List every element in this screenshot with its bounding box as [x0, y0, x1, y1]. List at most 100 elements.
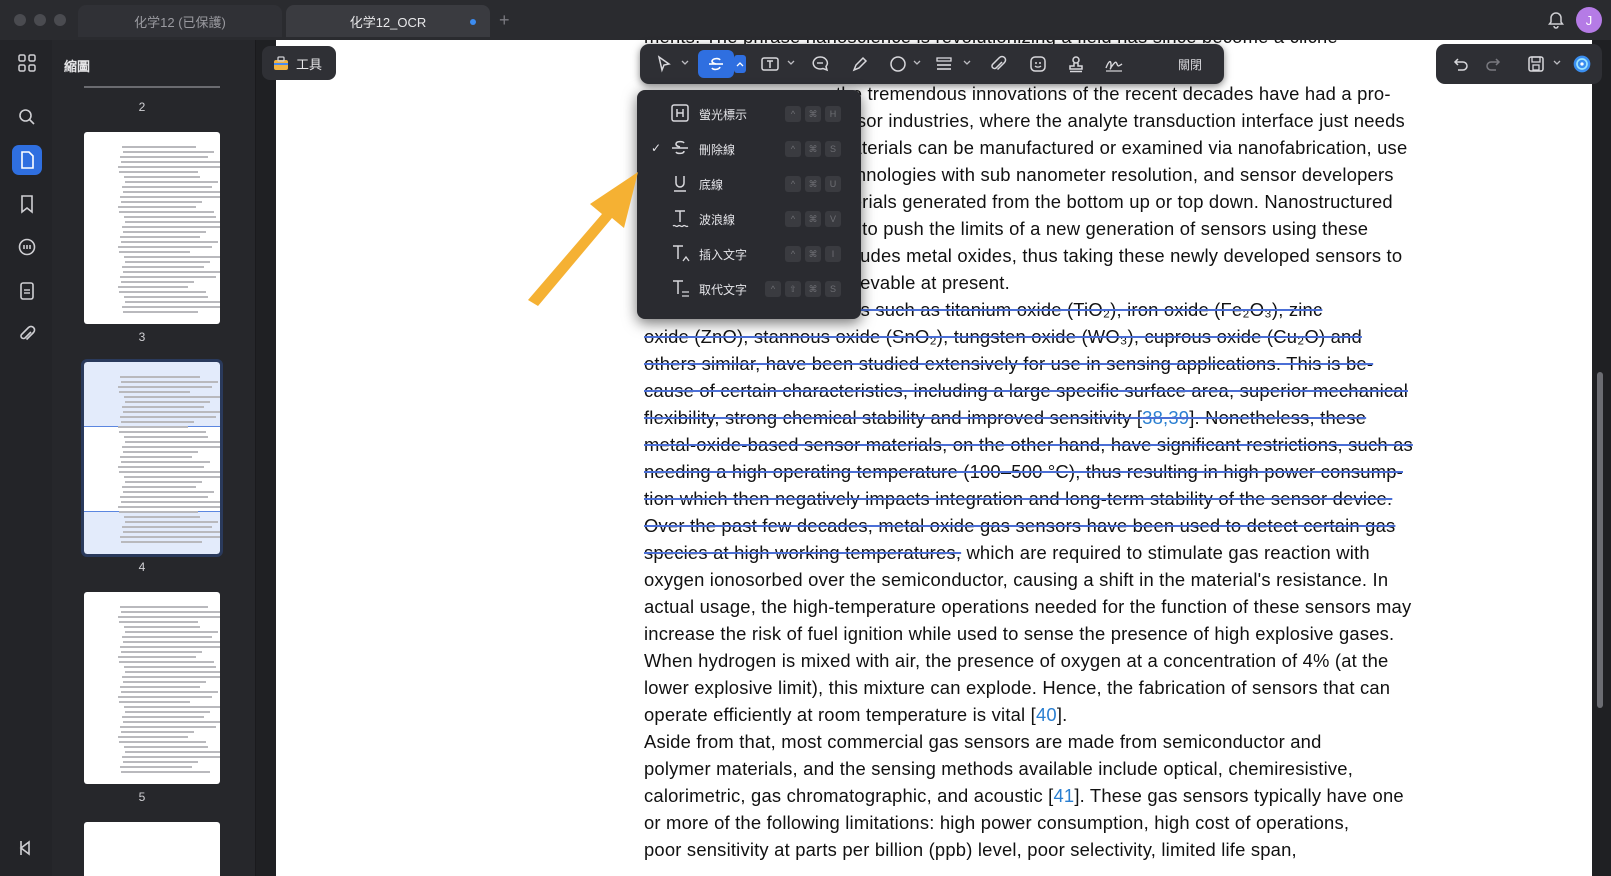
- thumbnail-text-line: [120, 686, 200, 688]
- thumbnail-text-line: [124, 216, 216, 218]
- notification-bell-icon[interactable]: [1546, 10, 1566, 30]
- thumbnail-text-line: [125, 481, 202, 483]
- thumbnail-text-line: [119, 171, 198, 173]
- thumbnail-page-6[interactable]: [84, 822, 220, 876]
- apps-grid-icon[interactable]: [12, 48, 42, 78]
- document-page[interactable]: ments. The phrase nanoscience is revolut…: [276, 40, 1592, 876]
- tab-document-protected[interactable]: 化学12 (已保護): [78, 5, 282, 37]
- thumbnail-text-line: [122, 676, 220, 678]
- thumbnail-text-line: [122, 226, 220, 228]
- user-avatar[interactable]: J: [1576, 7, 1602, 33]
- thumbnail-text-line: [121, 281, 194, 283]
- thumbnail-text-line: [120, 606, 208, 608]
- thumbnail-page-5[interactable]: [84, 592, 220, 784]
- thumbnail-text-line: [118, 206, 196, 208]
- minimize-window-button[interactable]: [34, 14, 46, 26]
- chevron-up-icon[interactable]: [734, 55, 746, 73]
- chevron-down-icon[interactable]: [962, 58, 972, 68]
- sidebar-toggle-icon[interactable]: [12, 833, 42, 863]
- chevron-down-icon[interactable]: [1552, 58, 1562, 68]
- document-outline-icon[interactable]: [12, 276, 42, 306]
- comment-bubble-icon[interactable]: [806, 50, 834, 78]
- thumbnail-text-line: [118, 736, 188, 738]
- menu-item-label: 螢光標示: [699, 108, 748, 122]
- redo-icon[interactable]: [1480, 50, 1508, 78]
- menu-item-strikethrough[interactable]: ✓ 刪除線 ^ ⌘ S: [637, 131, 861, 167]
- thumbnail-text-line: [119, 251, 190, 253]
- thumbnails-title: 縮圖: [64, 59, 91, 74]
- close-toolbar-button[interactable]: 關閉: [1178, 56, 1202, 73]
- text-run: When hydrogen is mixed with air, the pre…: [644, 650, 1389, 671]
- document-text-line: Aside from that, most commercial gas sen…: [644, 731, 1514, 753]
- menu-item-label: 波浪線: [699, 213, 736, 227]
- attachment-icon[interactable]: [12, 319, 42, 349]
- tools-label: 工具: [296, 56, 323, 72]
- document-scrollbar[interactable]: [1597, 372, 1603, 708]
- text-box-icon[interactable]: [756, 50, 784, 78]
- ai-assistant-icon[interactable]: [1568, 50, 1596, 78]
- stamp-icon[interactable]: [1062, 50, 1090, 78]
- search-icon[interactable]: [12, 102, 42, 132]
- strikethrough-tool-button[interactable]: [698, 50, 734, 78]
- thumbnail-text-line: [121, 691, 218, 693]
- line-style-icon[interactable]: [930, 50, 958, 78]
- bookmark-icon[interactable]: [12, 189, 42, 219]
- thumbnail-text-line: [119, 431, 206, 433]
- signature-icon[interactable]: [1100, 50, 1128, 78]
- thumbnail-text-line: [121, 381, 218, 383]
- document-text-line: polymer materials, and the sensing metho…: [644, 758, 1514, 780]
- page-number-label: 5: [138, 790, 146, 804]
- close-window-button[interactable]: [14, 14, 26, 26]
- select-cursor-icon[interactable]: [650, 50, 678, 78]
- citation-link[interactable]: 41: [1053, 785, 1074, 806]
- menu-item-squiggly[interactable]: 波浪線 ^ ⌘ V: [637, 201, 861, 237]
- text-run: lower explosive limit), this mixture can…: [644, 677, 1391, 698]
- thumbnail-text-line: [121, 651, 202, 653]
- thumbnail-text-line: [124, 396, 220, 398]
- menu-item-underline[interactable]: 底線 ^ ⌘ U: [637, 166, 861, 202]
- menu-item-label: 底線: [699, 178, 724, 192]
- markup-style-menu: 螢光標示 ^ ⌘ H ✓ 刪除線 ^ ⌘ S 底線 ^ ⌘ U 波浪線 ^ ⌘ V 插入文字 ^ ⌘ I 取代文字 ^ ⇧ ⌘ S: [637, 90, 861, 319]
- undo-icon[interactable]: [1446, 50, 1474, 78]
- text-run: aterials generated from the bottom up or…: [836, 191, 1393, 212]
- new-tab-button[interactable]: +: [499, 10, 510, 31]
- shape-circle-icon[interactable]: [884, 50, 912, 78]
- menu-item-insert-text[interactable]: 插入文字 ^ ⌘ I: [637, 236, 861, 272]
- chevron-down-icon[interactable]: [786, 58, 796, 68]
- thumbnails-icon[interactable]: [12, 145, 42, 175]
- pen-icon[interactable]: [846, 50, 874, 78]
- text-run: ed to push the limits of a new generatio…: [836, 218, 1369, 239]
- menu-item-replace-text[interactable]: 取代文字 ^ ⇧ ⌘ S: [637, 271, 861, 307]
- citation-link[interactable]: 38,39: [1142, 407, 1189, 428]
- text-run: ncludes metal oxides, thus taking these …: [836, 245, 1403, 266]
- chevron-down-icon[interactable]: [680, 58, 690, 68]
- thumbnail-text-line: [125, 301, 220, 303]
- thumbnail-text-line: [118, 386, 212, 388]
- text-run: metal-oxide-based sensor materials, on t…: [644, 434, 1413, 455]
- text-run: the tremendous innovations of the recent…: [836, 83, 1391, 104]
- citation-link[interactable]: 40: [1036, 704, 1057, 725]
- sticker-icon[interactable]: [1024, 50, 1052, 78]
- text-run: echnologies with sub nanometer resolutio…: [836, 164, 1394, 185]
- document-text-line: echnologies with sub nanometer resolutio…: [836, 164, 1592, 186]
- app-window: 化学12 (已保護) 化学12_OCR + J 縮圖 2 3 4 5 the t…: [0, 0, 1611, 876]
- thumbnail-text-line: [121, 501, 220, 503]
- document-actions-toolbar: [1436, 44, 1602, 84]
- attachment-icon[interactable]: [984, 50, 1012, 78]
- save-icon[interactable]: [1522, 50, 1550, 78]
- thumbnail-text-line: [120, 766, 192, 768]
- chevron-down-icon[interactable]: [912, 58, 922, 68]
- thumbnail-text-line: [119, 701, 190, 703]
- menu-item-highlight[interactable]: 螢光標示 ^ ⌘ H: [637, 96, 861, 132]
- thumbnail-page-4[interactable]: [81, 359, 223, 557]
- tools-button[interactable]: 工具: [262, 46, 336, 80]
- squiggly-icon: [672, 210, 689, 228]
- thumbnail-text-line: [124, 436, 208, 438]
- document-text-line: operate efficiently at room temperature …: [644, 704, 1514, 726]
- comments-icon[interactable]: [12, 232, 42, 262]
- thumbnail-page-3[interactable]: [84, 132, 220, 324]
- zoom-window-button[interactable]: [54, 14, 66, 26]
- tab-document-ocr[interactable]: 化学12_OCR: [286, 5, 490, 37]
- thumbnail-text-line: [121, 241, 218, 243]
- thumbnail-text-line: [122, 716, 204, 718]
